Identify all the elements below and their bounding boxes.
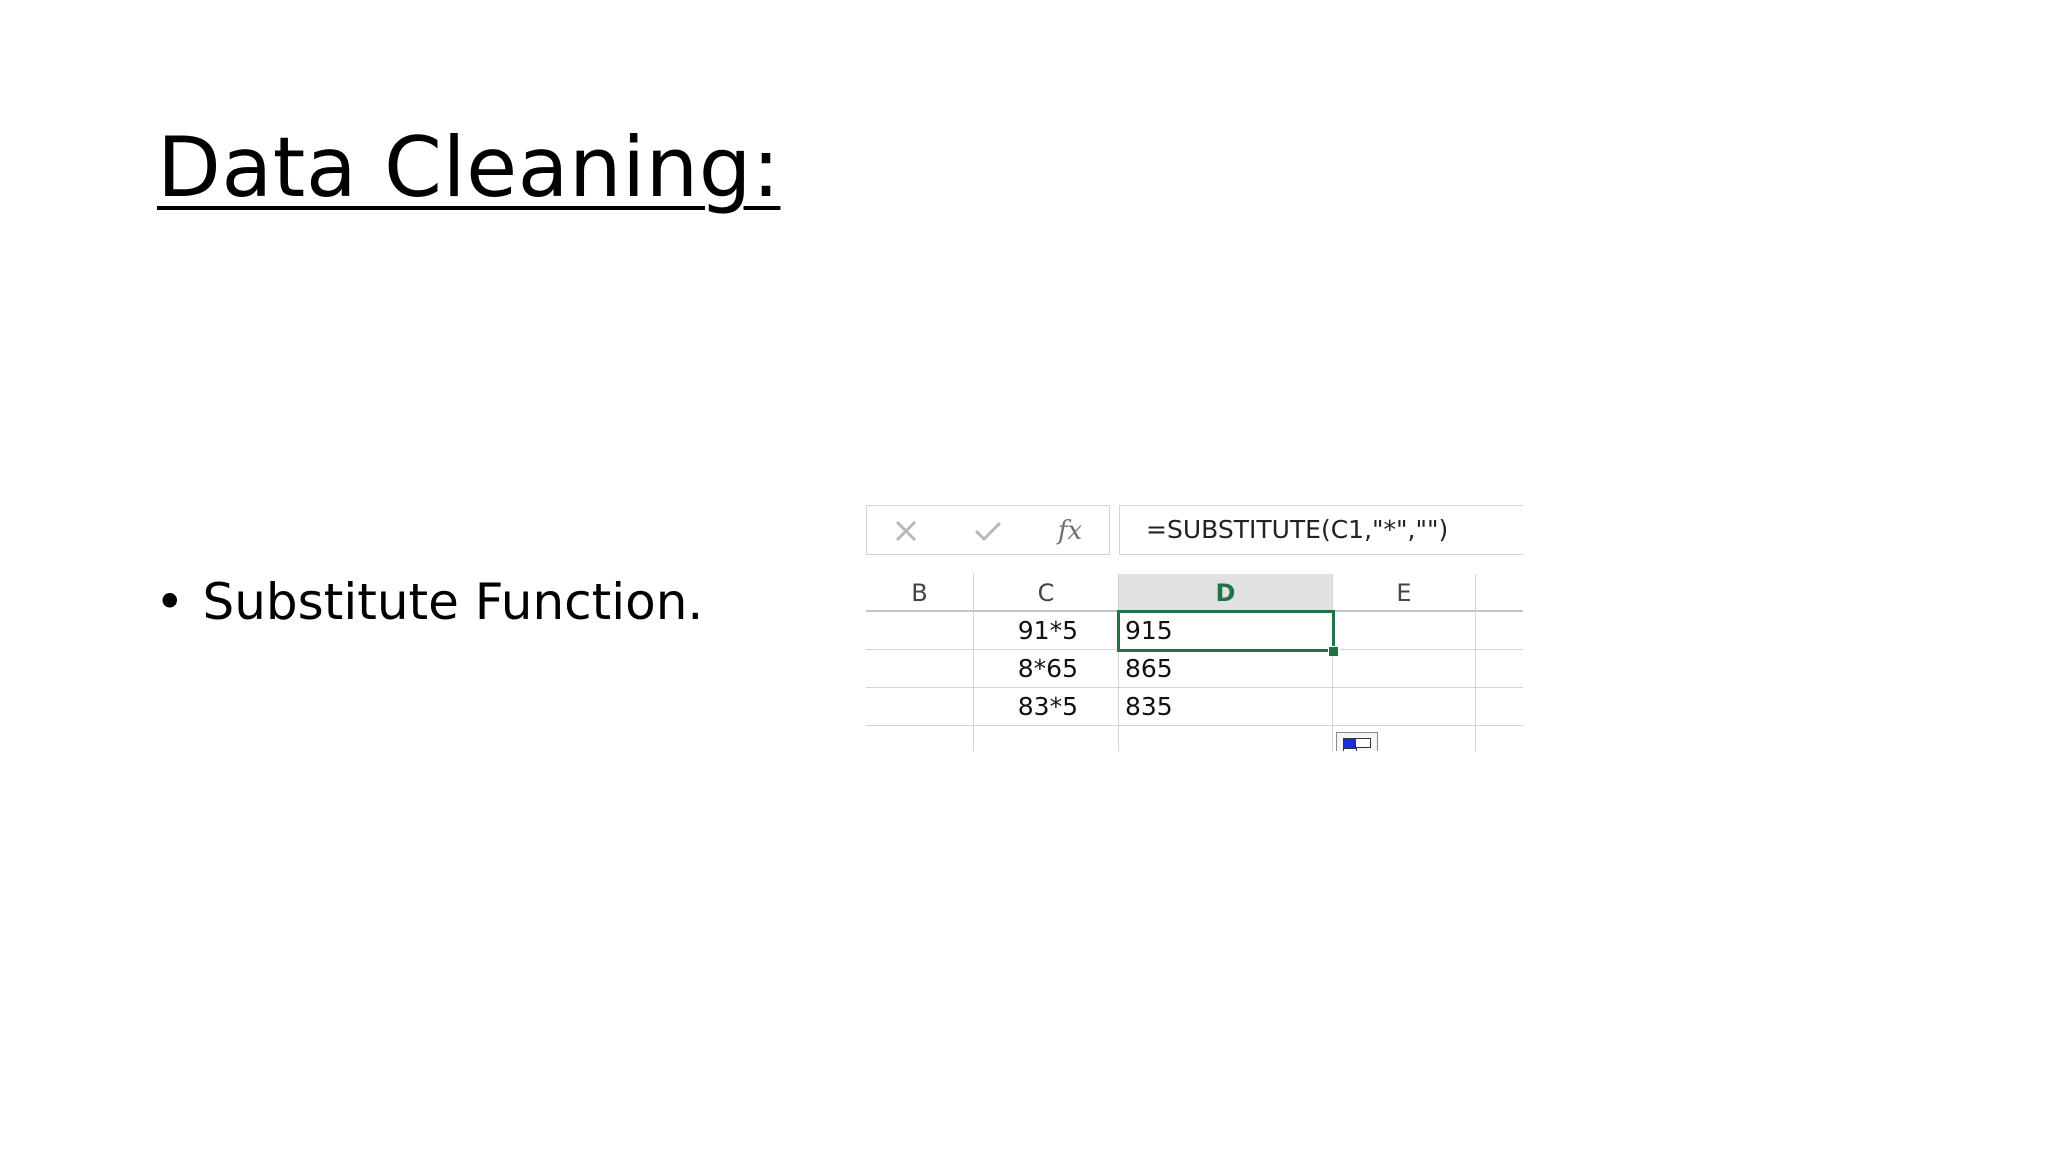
spreadsheet-screenshot: fx =SUBSTITUTE(C1,"*","") B C D E 91*5 9… — [866, 503, 1523, 751]
cell-f2[interactable] — [1476, 650, 1523, 688]
column-header-b[interactable]: B — [866, 574, 974, 612]
paste-icon-part — [1343, 748, 1357, 751]
cell-c4[interactable] — [974, 726, 1119, 751]
column-header-e[interactable]: E — [1333, 574, 1476, 612]
bullet-text: Substitute Function. — [202, 573, 704, 631]
formula-input[interactable]: =SUBSTITUTE(C1,"*","") — [1119, 505, 1523, 555]
cell-c3[interactable]: 83*5 — [974, 688, 1119, 726]
cell-b1[interactable] — [866, 612, 974, 650]
paste-icon-part — [1355, 738, 1371, 748]
cell-c1[interactable]: 91*5 — [974, 612, 1119, 650]
cell-c2[interactable]: 8*65 — [974, 650, 1119, 688]
cell-b4[interactable] — [866, 726, 974, 751]
bullet-marker: • — [155, 573, 185, 631]
cell-b3[interactable] — [866, 688, 974, 726]
column-header-f[interactable] — [1476, 574, 1523, 612]
insert-function-icon[interactable]: fx — [1053, 514, 1087, 548]
cell-d3[interactable]: 835 — [1119, 688, 1333, 726]
cell-e2[interactable] — [1333, 650, 1476, 688]
cell-e3[interactable] — [1333, 688, 1476, 726]
cell-f1[interactable] — [1476, 612, 1523, 650]
cell-e1[interactable] — [1333, 612, 1476, 650]
close-icon-glyph — [895, 520, 917, 542]
cell-b2[interactable] — [866, 650, 974, 688]
cell-grid: B C D E 91*5 915 8*65 865 83*5 835 — [866, 574, 1523, 751]
check-icon[interactable] — [971, 514, 1005, 548]
formula-bar-buttons: fx — [866, 505, 1110, 555]
cell-f3[interactable] — [1476, 688, 1523, 726]
paste-options-icon[interactable] — [1336, 732, 1378, 751]
column-header-c[interactable]: C — [974, 574, 1119, 612]
slide-title: Data Cleaning: — [157, 119, 781, 216]
slide: Data Cleaning: • Substitute Function. fx — [0, 0, 2048, 1152]
formula-bar: fx =SUBSTITUTE(C1,"*","") — [866, 505, 1523, 555]
cell-d4[interactable] — [1119, 726, 1333, 751]
close-icon[interactable] — [889, 514, 923, 548]
fill-handle[interactable] — [1328, 646, 1339, 657]
active-cell-border — [1117, 610, 1335, 652]
column-header-d[interactable]: D — [1119, 574, 1333, 612]
cell-d2[interactable]: 865 — [1119, 650, 1333, 688]
bullet-item: • Substitute Function. — [155, 572, 703, 632]
check-icon-glyph — [974, 521, 1002, 542]
